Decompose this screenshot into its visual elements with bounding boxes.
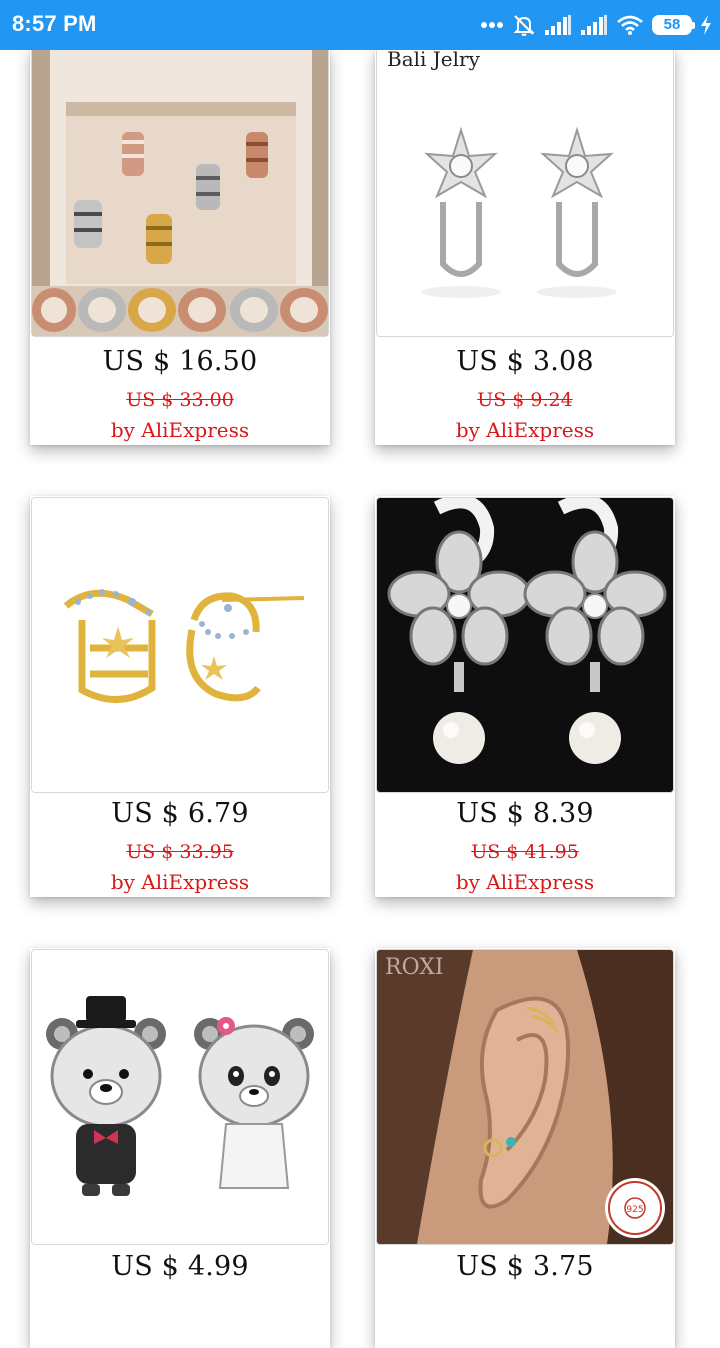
brand-logo: Bali Jelry: [387, 47, 481, 71]
product-card[interactable]: US $ 8.39 US $ 41.95 by AliExpress: [375, 496, 675, 897]
product-seller: by AliExpress: [455, 418, 595, 442]
product-card[interactable]: US $ 4.99: [30, 948, 330, 1348]
mute-bell-icon: [512, 13, 536, 37]
status-bar: 8:57 PM 58: [0, 0, 720, 50]
charging-icon: [700, 15, 712, 35]
wifi-icon: [616, 14, 644, 36]
product-image-snowflake-earrings[interactable]: Bali Jelry: [376, 42, 674, 337]
svg-text:925: 925: [626, 1205, 643, 1215]
product-card[interactable]: ROXI 925 US $ 3.75: [375, 948, 675, 1348]
product-seller: by AliExpress: [455, 870, 595, 894]
product-image-ear-cuff[interactable]: ROXI 925: [376, 949, 674, 1245]
signal-icon: [580, 14, 608, 36]
status-icons: 58: [480, 10, 712, 40]
signal-icon: [544, 14, 572, 36]
product-price: US $ 3.08: [456, 346, 594, 377]
product-seller: by AliExpress: [110, 418, 250, 442]
product-price: US $ 6.79: [111, 798, 249, 829]
product-original-price: US $ 9.24: [477, 389, 573, 411]
product-seller: by AliExpress: [110, 870, 250, 894]
product-image-pearl-earrings[interactable]: [376, 497, 674, 793]
product-image-bear-charms[interactable]: [31, 949, 329, 1245]
product-price: US $ 8.39: [456, 798, 594, 829]
product-grid: US $ 16.50 US $ 33.00 by AliExpress Bali…: [0, 0, 720, 1348]
product-card[interactable]: US $ 6.79 US $ 33.95 by AliExpress: [30, 496, 330, 897]
product-card[interactable]: Bali Jelry US $ 3.08 US $ 9.24 by AliExp…: [375, 42, 675, 445]
product-card[interactable]: US $ 16.50 US $ 33.00 by AliExpress: [30, 42, 330, 445]
product-image-rings[interactable]: [31, 42, 329, 337]
product-price: US $ 4.99: [111, 1251, 249, 1282]
product-image-gold-earrings[interactable]: [31, 497, 329, 793]
dots-icon: [480, 21, 504, 29]
product-price: US $ 3.75: [456, 1251, 594, 1282]
brand-watermark: ROXI: [385, 955, 444, 980]
product-price: US $ 16.50: [102, 346, 258, 377]
product-original-price: US $ 33.00: [126, 389, 234, 411]
status-time: 8:57 PM: [12, 11, 97, 36]
battery-icon: 58: [652, 15, 695, 35]
product-original-price: US $ 33.95: [126, 841, 234, 863]
product-original-price: US $ 41.95: [471, 841, 579, 863]
